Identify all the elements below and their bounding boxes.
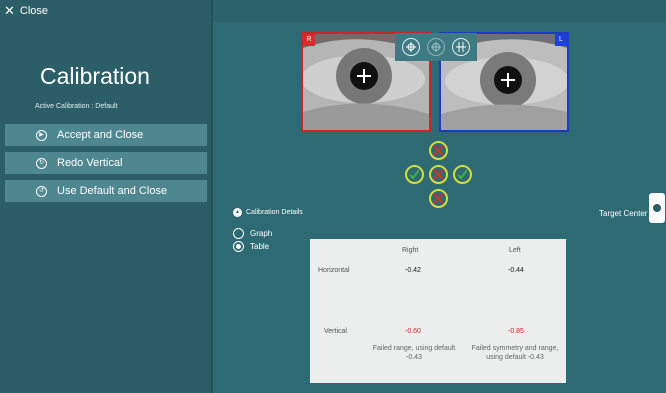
close-label: Close bbox=[19, 4, 49, 17]
sidebar-divider bbox=[211, 0, 213, 393]
page-title: Calibration bbox=[40, 63, 150, 89]
radio-circle bbox=[233, 228, 244, 239]
horizontal-right-value: -0.42 bbox=[405, 267, 421, 274]
target-left[interactable] bbox=[405, 165, 424, 184]
pass-check-icon bbox=[457, 169, 468, 180]
target-center[interactable] bbox=[429, 165, 448, 184]
calibration-results-table: Right Left Horizontal -0.42 -0.44 Vertic… bbox=[310, 239, 566, 383]
close-icon: ✕ bbox=[4, 3, 15, 18]
use-default-and-close-button[interactable]: ↺ Use Default and Close bbox=[5, 180, 207, 202]
vertical-left-note-line-2: using default -0.43 bbox=[486, 354, 544, 361]
vertical-left-value: -0.85 bbox=[508, 328, 524, 335]
vertical-right-note-line-2: -0.43 bbox=[406, 354, 422, 361]
target-button[interactable] bbox=[426, 38, 445, 56]
slider-handle[interactable] bbox=[653, 204, 661, 212]
vertical-right-note-line-1: Failed range, using default bbox=[372, 345, 456, 352]
table-radio-label: Table bbox=[250, 242, 270, 251]
calibration-details-toggle[interactable]: ▴ Calibration Details bbox=[233, 208, 303, 217]
column-header-right: Right bbox=[402, 247, 419, 254]
active-calibration-label: Active Calibration : Default bbox=[35, 103, 118, 110]
target-center-label: Target Center bbox=[599, 209, 648, 218]
target-right[interactable] bbox=[453, 165, 472, 184]
close-button[interactable]: ✕ Close bbox=[4, 4, 48, 17]
target-bottom[interactable] bbox=[429, 189, 448, 208]
accept-and-close-label: Accept and Close bbox=[57, 129, 144, 141]
sidebar: ✕ Close Calibration Active Calibration :… bbox=[0, 0, 212, 393]
pass-check-icon bbox=[409, 169, 420, 180]
fail-x-icon bbox=[433, 145, 444, 156]
vertical-left-note: Failed symmetry and range, using default… bbox=[466, 344, 564, 362]
row-label-vertical: Vertical bbox=[324, 328, 347, 335]
table-radio[interactable]: Table bbox=[233, 241, 269, 252]
target-center-slider[interactable] bbox=[649, 193, 665, 223]
play-icon: ▶ bbox=[36, 129, 47, 141]
crosshair-icon bbox=[406, 42, 417, 52]
accept-and-close-button[interactable]: ▶ Accept and Close bbox=[5, 124, 207, 146]
fail-x-icon bbox=[433, 169, 444, 180]
eye-toolbar bbox=[395, 33, 477, 61]
crosshair-button[interactable] bbox=[402, 38, 421, 56]
left-eye-tag: L bbox=[555, 34, 567, 46]
row-label-horizontal: Horizontal bbox=[318, 267, 350, 274]
redo-vertical-button[interactable]: ↻ Redo Vertical bbox=[5, 152, 207, 174]
center-button[interactable] bbox=[451, 38, 470, 56]
right-eye-tag: R bbox=[303, 34, 315, 46]
graph-radio-label: Graph bbox=[250, 229, 273, 238]
horizontal-left-value: -0.44 bbox=[508, 267, 524, 274]
graph-radio[interactable]: Graph bbox=[233, 228, 272, 239]
vertical-left-note-line-1: Failed symmetry and range, bbox=[471, 345, 559, 352]
default-icon: ↺ bbox=[36, 185, 47, 197]
target-icon bbox=[430, 42, 441, 52]
fail-x-icon bbox=[433, 193, 444, 204]
target-top[interactable] bbox=[429, 141, 448, 160]
use-default-and-close-label: Use Default and Close bbox=[57, 185, 168, 197]
center-icon bbox=[455, 42, 466, 52]
column-header-left: Left bbox=[509, 247, 521, 254]
redo-vertical-label: Redo Vertical bbox=[57, 157, 123, 169]
vertical-right-note: Failed range, using default -0.43 bbox=[362, 344, 466, 362]
radio-circle-selected bbox=[233, 241, 244, 252]
calibration-details-label: Calibration Details bbox=[246, 209, 303, 216]
collapse-icon: ▴ bbox=[233, 208, 242, 217]
redo-icon: ↻ bbox=[36, 157, 47, 169]
vertical-right-value: -0.60 bbox=[405, 328, 421, 335]
